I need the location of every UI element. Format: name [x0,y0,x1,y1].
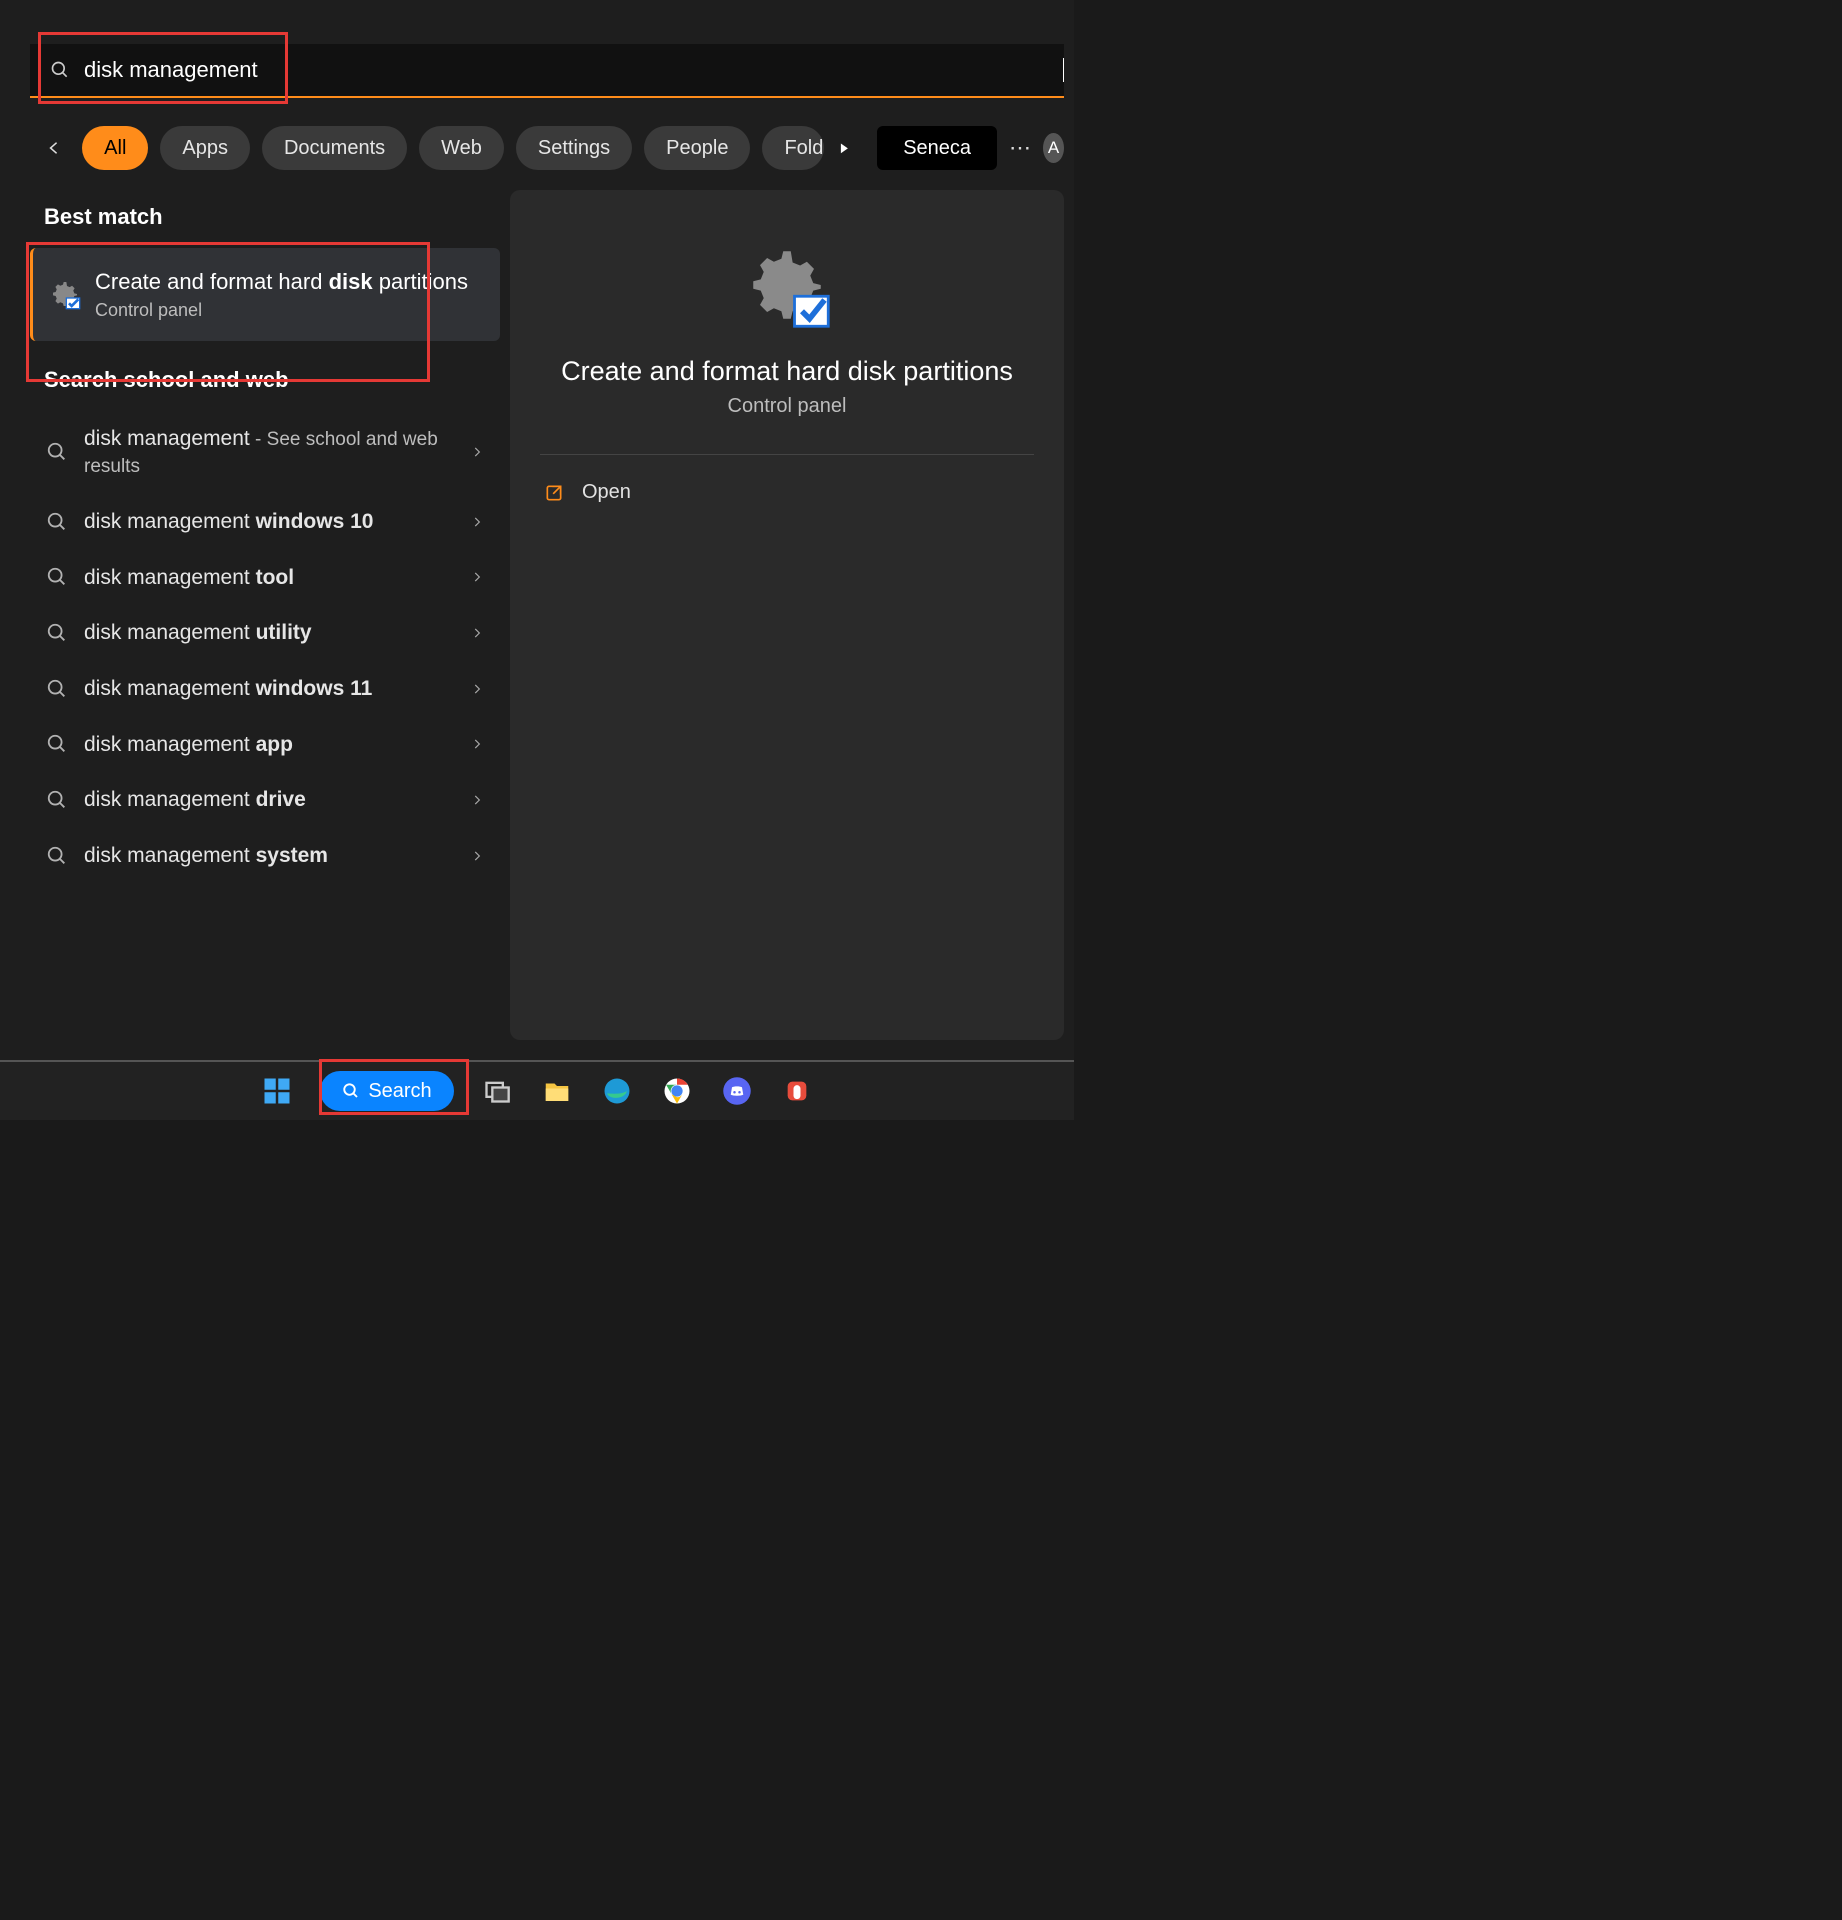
search-suggestion[interactable]: disk management app [30,717,500,773]
search-icon [46,789,68,811]
search-icon [46,441,68,463]
avatar[interactable]: A [1043,133,1064,163]
suggestion-text: disk management - See school and web res… [84,425,470,480]
tabs-scroll-right-icon[interactable] [836,140,853,157]
search-icon [46,511,68,533]
tab-documents[interactable]: Documents [262,126,407,170]
search-icon [46,622,68,644]
action-open[interactable]: Open [540,455,1034,530]
search-suggestion[interactable]: disk management drive [30,772,500,828]
more-icon[interactable]: ⋯ [1009,135,1031,161]
search-suggestion[interactable]: disk management utility [30,605,500,661]
search-suggestion[interactable]: disk management windows 10 [30,494,500,550]
best-match-subtitle: Control panel [95,300,468,321]
chevron-right-icon [470,570,484,584]
suggestion-text: disk management windows 10 [84,508,470,536]
action-open-label: Open [582,481,631,504]
chevron-right-icon [470,445,484,459]
search-icon [46,733,68,755]
search-bar[interactable]: disk management [30,44,1064,98]
preview-pane: Create and format hard disk partitions C… [510,190,1064,1040]
start-button[interactable] [260,1074,294,1108]
text-caret [1063,58,1064,82]
tab-all[interactable]: All [82,126,148,170]
tab-apps[interactable]: Apps [160,126,250,170]
search-suggestion[interactable]: disk management tool [30,550,500,606]
app-button[interactable] [780,1074,814,1108]
search-icon [46,678,68,700]
tab-settings[interactable]: Settings [516,126,632,170]
search-input-text: disk management [84,57,1063,83]
suggestion-text: disk management utility [84,619,470,647]
web-results-header: Search school and web [44,367,500,393]
back-icon[interactable] [46,135,64,161]
chevron-right-icon [470,737,484,751]
chevron-right-icon [470,515,484,529]
filter-tabs: All Apps Documents Web Settings People F… [46,124,1064,172]
search-suggestion[interactable]: disk management - See school and web res… [30,411,500,494]
chevron-right-icon [470,793,484,807]
discord-button[interactable] [720,1074,754,1108]
gear-check-icon [49,278,81,310]
search-icon [46,566,68,588]
file-explorer-button[interactable] [540,1074,574,1108]
taskbar-search-button[interactable]: Search [320,1071,453,1111]
search-suggestion[interactable]: disk management system [30,828,500,884]
chrome-button[interactable] [660,1074,694,1108]
taskbar: Search [0,1060,1074,1120]
taskbar-search-label: Search [368,1080,431,1103]
suggestion-text: disk management app [84,731,470,759]
results-column: Best match Create and format hard disk p… [30,190,510,1040]
edge-button[interactable] [600,1074,634,1108]
search-icon [342,1082,360,1100]
tab-people[interactable]: People [644,126,750,170]
org-button[interactable]: Seneca [877,126,997,170]
suggestion-text: disk management drive [84,786,470,814]
chevron-right-icon [470,626,484,640]
best-match-title: Create and format hard disk partitions [95,268,468,296]
search-icon [50,60,70,80]
gear-check-icon [742,240,832,330]
best-match-header: Best match [44,204,500,230]
preview-title: Create and format hard disk partitions [561,356,1013,387]
best-match-result[interactable]: Create and format hard disk partitions C… [30,248,500,341]
task-view-button[interactable] [480,1074,514,1108]
chevron-right-icon [470,849,484,863]
search-suggestion[interactable]: disk management windows 11 [30,661,500,717]
suggestion-text: disk management tool [84,564,470,592]
tab-folders[interactable]: Folders [762,126,824,170]
open-external-icon [544,483,564,503]
tab-web[interactable]: Web [419,126,504,170]
preview-subtitle: Control panel [728,395,847,418]
search-icon [46,845,68,867]
suggestion-text: disk management windows 11 [84,675,470,703]
chevron-right-icon [470,682,484,696]
suggestion-text: disk management system [84,842,470,870]
